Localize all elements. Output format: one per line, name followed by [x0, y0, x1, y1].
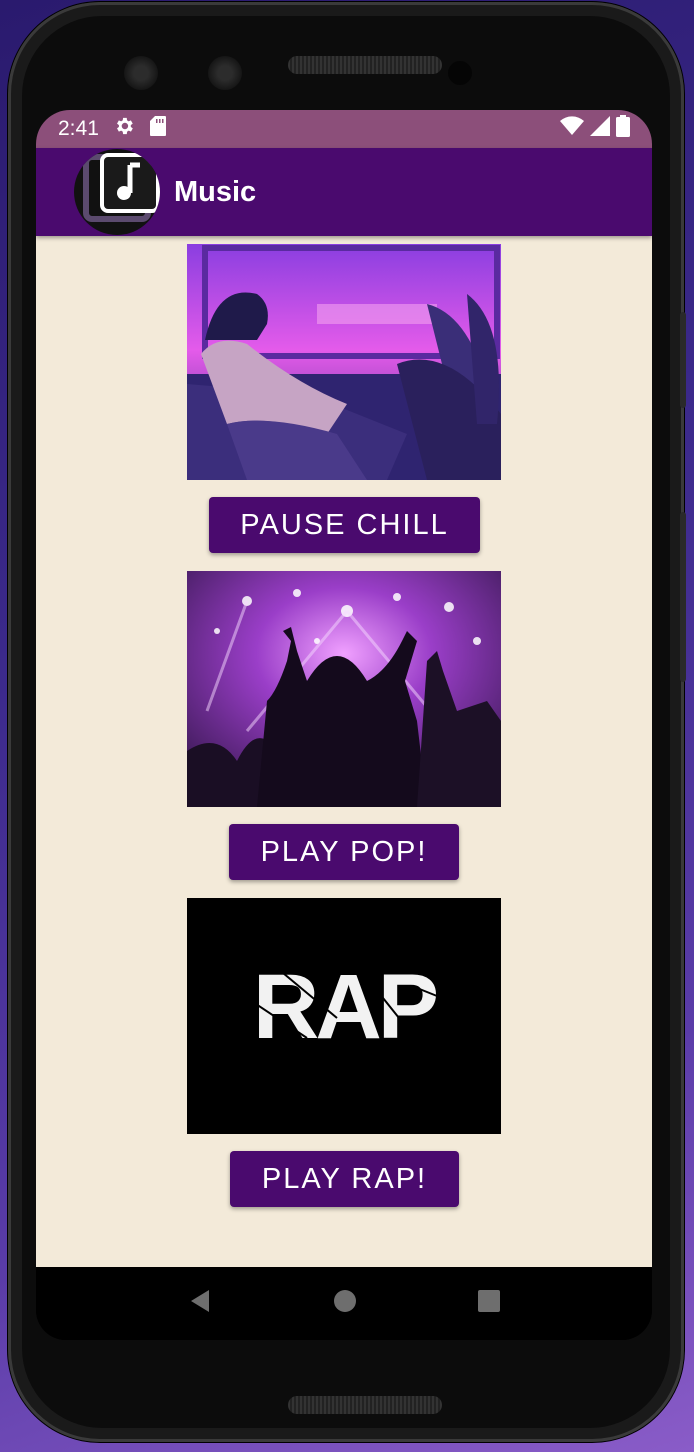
proximity-sensor: [448, 61, 472, 85]
front-camera: [124, 56, 158, 90]
recents-icon[interactable]: [477, 1289, 501, 1318]
home-icon[interactable]: [333, 1289, 357, 1318]
navigation-bar: [36, 1267, 652, 1340]
front-camera-2: [208, 56, 242, 90]
play-pop-button[interactable]: PLAY POP!: [229, 824, 459, 880]
pop-artwork: [187, 571, 501, 807]
chill-artwork: [187, 244, 501, 480]
pause-chill-button[interactable]: PAUSE CHILL: [209, 497, 480, 553]
music-note-icon: [83, 153, 160, 222]
rap-artwork: RAP: [187, 898, 501, 1134]
screen: 2:41 Music PAUSE CHILL PLAY POP! RAP PLA…: [36, 110, 652, 1340]
play-rap-button[interactable]: PLAY RAP!: [230, 1151, 459, 1207]
main-content: PAUSE CHILL PLAY POP! RAP PLAY RAP!: [36, 236, 652, 1267]
power-button: [680, 312, 686, 408]
earpiece-speaker: [288, 56, 442, 74]
app-title: Music: [174, 175, 257, 208]
sd-card-icon: [149, 115, 167, 143]
status-time: 2:41: [58, 117, 99, 140]
battery-icon: [616, 115, 630, 143]
back-icon[interactable]: [187, 1288, 213, 1319]
wifi-icon: [560, 116, 584, 142]
app-bar: Music: [36, 148, 652, 236]
bottom-speaker: [288, 1396, 442, 1414]
settings-icon: [113, 115, 135, 143]
status-bar: 2:41: [36, 110, 652, 148]
volume-button: [680, 512, 686, 682]
app-logo: [74, 149, 160, 235]
signal-icon: [590, 116, 610, 142]
